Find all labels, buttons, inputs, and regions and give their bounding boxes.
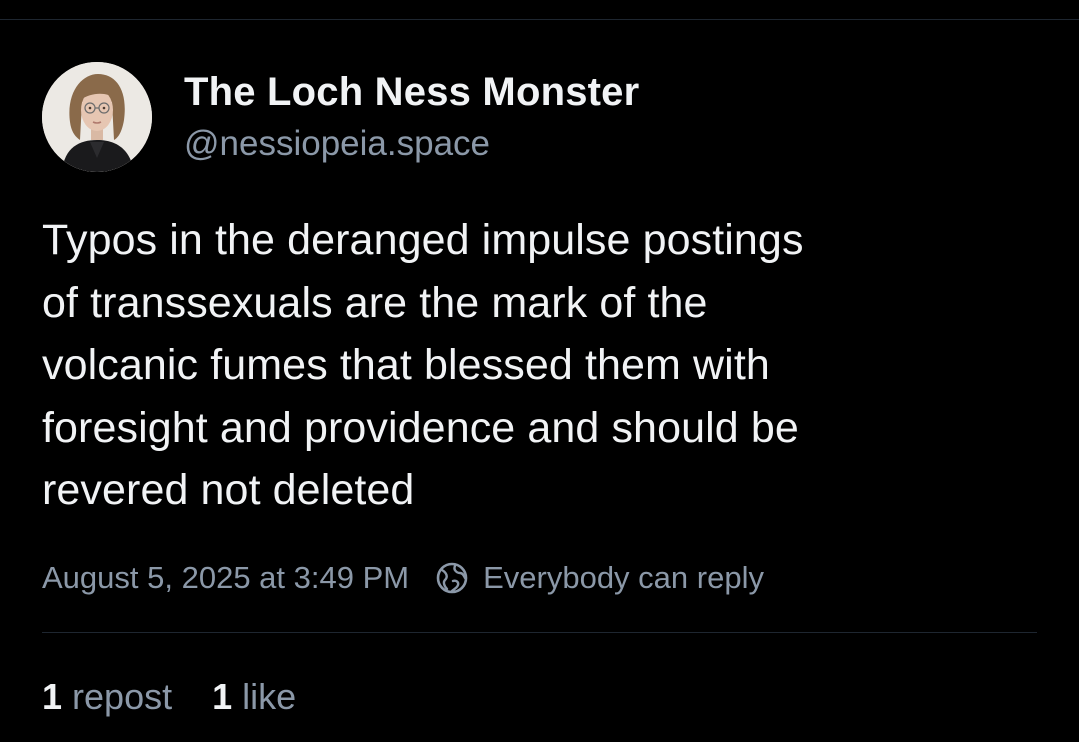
post-text: Typos in the deranged impulse postings o… bbox=[42, 216, 804, 514]
repost-count: 1 bbox=[42, 676, 63, 717]
reply-setting[interactable]: Everybody can reply bbox=[435, 560, 764, 596]
display-name[interactable]: The Loch Ness Monster bbox=[184, 72, 639, 112]
repost-count-link[interactable]: 1 repost bbox=[42, 676, 172, 718]
avatar[interactable] bbox=[42, 62, 152, 172]
author-handle[interactable]: @nessiopeia.space bbox=[184, 126, 639, 161]
post-meta: August 5, 2025 at 3:49 PM Everybody can … bbox=[42, 560, 764, 596]
like-label: like bbox=[242, 676, 297, 717]
globe-icon bbox=[436, 562, 468, 594]
reply-setting-label: Everybody can reply bbox=[483, 560, 764, 595]
post-author: The Loch Ness Monster @nessiopeia.space bbox=[42, 62, 639, 172]
top-divider bbox=[0, 19, 1079, 20]
like-count: 1 bbox=[212, 676, 233, 717]
author-text: The Loch Ness Monster @nessiopeia.space bbox=[184, 72, 639, 161]
post-timestamp[interactable]: August 5, 2025 at 3:49 PM bbox=[42, 560, 409, 596]
repost-label: repost bbox=[72, 676, 173, 717]
post-stats: 1 repost 1 like bbox=[42, 676, 296, 718]
stats-divider bbox=[42, 632, 1037, 633]
like-count-link[interactable]: 1 like bbox=[212, 676, 296, 718]
